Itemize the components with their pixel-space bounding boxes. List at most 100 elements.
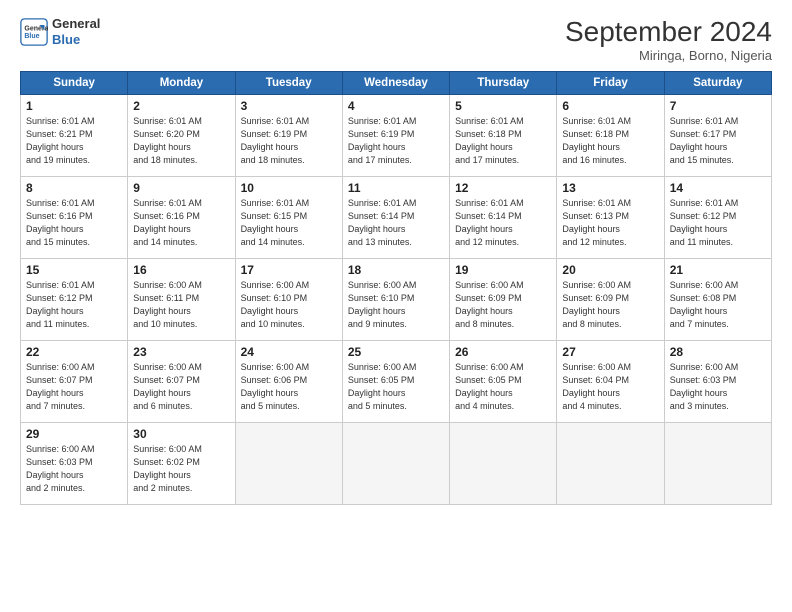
- calendar-cell: 25 Sunrise: 6:00 AM Sunset: 6:05 PM Dayl…: [342, 341, 449, 423]
- day-number: 23: [133, 345, 229, 359]
- day-info: Sunrise: 6:01 AM Sunset: 6:18 PM Dayligh…: [562, 115, 658, 167]
- day-number: 22: [26, 345, 122, 359]
- calendar-cell: 10 Sunrise: 6:01 AM Sunset: 6:15 PM Dayl…: [235, 177, 342, 259]
- calendar-cell: 30 Sunrise: 6:00 AM Sunset: 6:02 PM Dayl…: [128, 423, 235, 505]
- day-number: 16: [133, 263, 229, 277]
- calendar-cell: 13 Sunrise: 6:01 AM Sunset: 6:13 PM Dayl…: [557, 177, 664, 259]
- logo: General Blue General Blue: [20, 16, 100, 47]
- calendar-cell: 6 Sunrise: 6:01 AM Sunset: 6:18 PM Dayli…: [557, 95, 664, 177]
- day-number: 25: [348, 345, 444, 359]
- day-info: Sunrise: 6:01 AM Sunset: 6:12 PM Dayligh…: [26, 279, 122, 331]
- day-info: Sunrise: 6:00 AM Sunset: 6:10 PM Dayligh…: [348, 279, 444, 331]
- logo-text-general: General: [52, 16, 100, 32]
- day-number: 21: [670, 263, 766, 277]
- calendar-cell: [235, 423, 342, 505]
- day-number: 14: [670, 181, 766, 195]
- day-info: Sunrise: 6:00 AM Sunset: 6:11 PM Dayligh…: [133, 279, 229, 331]
- day-number: 18: [348, 263, 444, 277]
- day-number: 17: [241, 263, 337, 277]
- day-info: Sunrise: 6:01 AM Sunset: 6:20 PM Dayligh…: [133, 115, 229, 167]
- day-info: Sunrise: 6:00 AM Sunset: 6:07 PM Dayligh…: [26, 361, 122, 413]
- day-info: Sunrise: 6:01 AM Sunset: 6:14 PM Dayligh…: [348, 197, 444, 249]
- calendar-cell: [664, 423, 771, 505]
- day-number: 28: [670, 345, 766, 359]
- day-header-wednesday: Wednesday: [342, 72, 449, 95]
- day-info: Sunrise: 6:00 AM Sunset: 6:03 PM Dayligh…: [26, 443, 122, 495]
- day-info: Sunrise: 6:00 AM Sunset: 6:09 PM Dayligh…: [455, 279, 551, 331]
- calendar-cell: 9 Sunrise: 6:01 AM Sunset: 6:16 PM Dayli…: [128, 177, 235, 259]
- day-info: Sunrise: 6:01 AM Sunset: 6:19 PM Dayligh…: [348, 115, 444, 167]
- week-row-3: 15 Sunrise: 6:01 AM Sunset: 6:12 PM Dayl…: [21, 259, 772, 341]
- week-row-5: 29 Sunrise: 6:00 AM Sunset: 6:03 PM Dayl…: [21, 423, 772, 505]
- calendar-cell: 4 Sunrise: 6:01 AM Sunset: 6:19 PM Dayli…: [342, 95, 449, 177]
- calendar-cell: 16 Sunrise: 6:00 AM Sunset: 6:11 PM Dayl…: [128, 259, 235, 341]
- calendar-cell: 22 Sunrise: 6:00 AM Sunset: 6:07 PM Dayl…: [21, 341, 128, 423]
- day-number: 10: [241, 181, 337, 195]
- svg-text:Blue: Blue: [24, 33, 39, 40]
- day-number: 4: [348, 99, 444, 113]
- day-number: 19: [455, 263, 551, 277]
- day-header-friday: Friday: [557, 72, 664, 95]
- day-info: Sunrise: 6:00 AM Sunset: 6:09 PM Dayligh…: [562, 279, 658, 331]
- calendar-cell: 20 Sunrise: 6:00 AM Sunset: 6:09 PM Dayl…: [557, 259, 664, 341]
- calendar-cell: 1 Sunrise: 6:01 AM Sunset: 6:21 PM Dayli…: [21, 95, 128, 177]
- day-header-monday: Monday: [128, 72, 235, 95]
- calendar-cell: 2 Sunrise: 6:01 AM Sunset: 6:20 PM Dayli…: [128, 95, 235, 177]
- day-number: 9: [133, 181, 229, 195]
- day-number: 11: [348, 181, 444, 195]
- day-info: Sunrise: 6:00 AM Sunset: 6:05 PM Dayligh…: [348, 361, 444, 413]
- day-info: Sunrise: 6:01 AM Sunset: 6:15 PM Dayligh…: [241, 197, 337, 249]
- day-header-saturday: Saturday: [664, 72, 771, 95]
- calendar-table: SundayMondayTuesdayWednesdayThursdayFrid…: [20, 71, 772, 505]
- day-info: Sunrise: 6:00 AM Sunset: 6:02 PM Dayligh…: [133, 443, 229, 495]
- month-title: September 2024: [565, 16, 772, 48]
- calendar-cell: [342, 423, 449, 505]
- day-header-tuesday: Tuesday: [235, 72, 342, 95]
- logo-text-blue: Blue: [52, 32, 100, 48]
- day-info: Sunrise: 6:01 AM Sunset: 6:17 PM Dayligh…: [670, 115, 766, 167]
- day-number: 1: [26, 99, 122, 113]
- day-info: Sunrise: 6:01 AM Sunset: 6:16 PM Dayligh…: [133, 197, 229, 249]
- calendar-cell: 26 Sunrise: 6:00 AM Sunset: 6:05 PM Dayl…: [450, 341, 557, 423]
- week-row-2: 8 Sunrise: 6:01 AM Sunset: 6:16 PM Dayli…: [21, 177, 772, 259]
- calendar-cell: 7 Sunrise: 6:01 AM Sunset: 6:17 PM Dayli…: [664, 95, 771, 177]
- day-number: 5: [455, 99, 551, 113]
- day-number: 13: [562, 181, 658, 195]
- day-info: Sunrise: 6:01 AM Sunset: 6:14 PM Dayligh…: [455, 197, 551, 249]
- day-number: 7: [670, 99, 766, 113]
- day-info: Sunrise: 6:00 AM Sunset: 6:03 PM Dayligh…: [670, 361, 766, 413]
- day-info: Sunrise: 6:01 AM Sunset: 6:16 PM Dayligh…: [26, 197, 122, 249]
- day-info: Sunrise: 6:01 AM Sunset: 6:19 PM Dayligh…: [241, 115, 337, 167]
- calendar-cell: 8 Sunrise: 6:01 AM Sunset: 6:16 PM Dayli…: [21, 177, 128, 259]
- calendar-cell: 17 Sunrise: 6:00 AM Sunset: 6:10 PM Dayl…: [235, 259, 342, 341]
- day-number: 2: [133, 99, 229, 113]
- day-info: Sunrise: 6:01 AM Sunset: 6:13 PM Dayligh…: [562, 197, 658, 249]
- calendar-cell: 11 Sunrise: 6:01 AM Sunset: 6:14 PM Dayl…: [342, 177, 449, 259]
- day-info: Sunrise: 6:00 AM Sunset: 6:04 PM Dayligh…: [562, 361, 658, 413]
- calendar-cell: 27 Sunrise: 6:00 AM Sunset: 6:04 PM Dayl…: [557, 341, 664, 423]
- day-number: 24: [241, 345, 337, 359]
- header: General Blue General Blue September 2024…: [20, 16, 772, 63]
- day-info: Sunrise: 6:00 AM Sunset: 6:05 PM Dayligh…: [455, 361, 551, 413]
- calendar-cell: 18 Sunrise: 6:00 AM Sunset: 6:10 PM Dayl…: [342, 259, 449, 341]
- day-info: Sunrise: 6:00 AM Sunset: 6:06 PM Dayligh…: [241, 361, 337, 413]
- calendar-cell: 5 Sunrise: 6:01 AM Sunset: 6:18 PM Dayli…: [450, 95, 557, 177]
- day-header-thursday: Thursday: [450, 72, 557, 95]
- location: Miringa, Borno, Nigeria: [565, 48, 772, 63]
- calendar-page: General Blue General Blue September 2024…: [0, 0, 792, 612]
- logo-icon: General Blue: [20, 18, 48, 46]
- calendar-cell: 14 Sunrise: 6:01 AM Sunset: 6:12 PM Dayl…: [664, 177, 771, 259]
- day-number: 12: [455, 181, 551, 195]
- calendar-header-row: SundayMondayTuesdayWednesdayThursdayFrid…: [21, 72, 772, 95]
- day-info: Sunrise: 6:01 AM Sunset: 6:18 PM Dayligh…: [455, 115, 551, 167]
- day-number: 3: [241, 99, 337, 113]
- day-info: Sunrise: 6:01 AM Sunset: 6:21 PM Dayligh…: [26, 115, 122, 167]
- day-number: 29: [26, 427, 122, 441]
- week-row-1: 1 Sunrise: 6:01 AM Sunset: 6:21 PM Dayli…: [21, 95, 772, 177]
- calendar-cell: 23 Sunrise: 6:00 AM Sunset: 6:07 PM Dayl…: [128, 341, 235, 423]
- day-info: Sunrise: 6:01 AM Sunset: 6:12 PM Dayligh…: [670, 197, 766, 249]
- day-number: 30: [133, 427, 229, 441]
- day-number: 15: [26, 263, 122, 277]
- calendar-cell: [557, 423, 664, 505]
- calendar-cell: 28 Sunrise: 6:00 AM Sunset: 6:03 PM Dayl…: [664, 341, 771, 423]
